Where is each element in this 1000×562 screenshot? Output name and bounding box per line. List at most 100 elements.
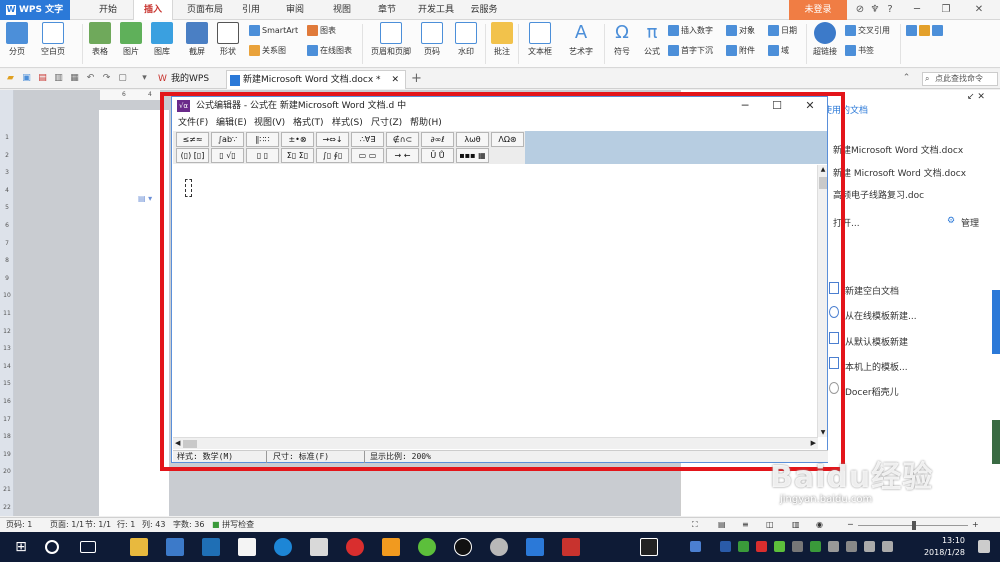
file-explorer-icon[interactable] — [130, 538, 148, 556]
tray-app-icon[interactable] — [690, 541, 701, 552]
fullscreen-icon[interactable]: ⛶ — [692, 518, 698, 532]
tab-my-wps[interactable]: W 我的WPS — [155, 70, 225, 89]
attachment-button[interactable]: 附件 — [726, 44, 755, 58]
windows-start-icon[interactable]: ⊞ — [12, 538, 30, 556]
customize-dropdown-icon[interactable]: ▾ — [138, 72, 151, 85]
battery-icon[interactable] — [846, 541, 857, 552]
field-button[interactable]: 域 — [768, 44, 789, 58]
ribbon-extra-tools[interactable] — [906, 24, 945, 38]
textbox-button[interactable]: 文本框 — [524, 22, 556, 57]
minimize-icon[interactable]: ─ — [910, 3, 924, 17]
notification-icon[interactable] — [978, 540, 990, 553]
manage-link[interactable]: 管理 — [961, 216, 979, 229]
outline-view-icon[interactable]: ≡ — [742, 518, 749, 532]
new-tab-icon[interactable]: + — [410, 72, 423, 85]
bookmark-button[interactable]: 书签 — [845, 44, 874, 58]
skin-icon[interactable]: ⊘ — [853, 3, 867, 17]
paste-options-icon[interactable]: ▤ ▾ — [138, 194, 152, 203]
header-footer-button[interactable]: 页眉和页脚 — [368, 22, 414, 57]
tab-home[interactable]: 开始 — [90, 0, 126, 20]
default-template-link[interactable]: 从默认模板新建 — [845, 335, 908, 348]
picture-button[interactable]: 图片 — [119, 22, 143, 57]
page-number-button[interactable]: 页码 — [419, 22, 445, 57]
online-template-link[interactable]: 从在线模板新建... — [845, 309, 917, 322]
watermark-button[interactable]: 水印 — [453, 22, 479, 57]
page-break-button[interactable]: 分页 — [5, 22, 29, 57]
save-icon[interactable]: ▣ — [20, 72, 33, 85]
symbol-button[interactable]: Ω 符号 — [610, 22, 634, 57]
tab-review[interactable]: 审阅 — [280, 0, 310, 20]
restore-icon[interactable]: ❐ — [939, 3, 953, 17]
tab-page-layout[interactable]: 页面布局 — [180, 0, 230, 20]
qq-icon[interactable] — [454, 538, 472, 556]
system-clock[interactable]: 13:10 2018/1/28 — [905, 535, 965, 559]
shield-icon[interactable] — [720, 541, 731, 552]
close-icon[interactable]: ✕ — [972, 3, 986, 17]
side-tab[interactable] — [992, 290, 1000, 354]
m-app-icon[interactable] — [640, 538, 658, 556]
ie-browser-icon[interactable] — [274, 538, 292, 556]
equation-editor-taskbar-icon[interactable] — [562, 538, 580, 556]
recent-doc-item[interactable]: 新建Microsoft Word 文档.docx — [833, 143, 963, 156]
comment-button[interactable]: 批注 — [490, 22, 514, 57]
wps-taskbar-icon[interactable] — [526, 538, 544, 556]
new-blank-doc-link[interactable]: 新建空白文档 — [845, 284, 899, 297]
feedback-icon[interactable]: ♆ — [868, 3, 882, 17]
export-pdf-icon[interactable]: ▤ — [36, 72, 49, 85]
tab-chapter[interactable]: 章节 — [372, 0, 402, 20]
word-count-status[interactable]: 字数: 36 — [173, 518, 204, 532]
amazon-icon[interactable] — [238, 538, 256, 556]
tray-wechat-icon[interactable] — [774, 541, 785, 552]
orange-app-icon[interactable] — [382, 538, 400, 556]
login-button[interactable]: 未登录 — [789, 0, 847, 20]
chart-button[interactable]: 图表 — [307, 24, 336, 38]
close-tab-icon[interactable]: ✕ — [391, 71, 399, 90]
eye-protect-icon[interactable]: ◉ — [816, 518, 823, 532]
task-view-icon[interactable] — [80, 541, 96, 553]
cross-reference-button[interactable]: 交叉引用 — [845, 24, 890, 38]
wifi-icon[interactable] — [864, 541, 875, 552]
weibo-icon[interactable] — [346, 538, 364, 556]
print-icon[interactable]: ▥ — [52, 72, 65, 85]
tab-view[interactable]: 视图 — [327, 0, 357, 20]
insert-number-button[interactable]: 插入数字 — [668, 24, 713, 38]
relation-diagram-button[interactable]: 关系图 — [249, 44, 286, 58]
hyperlink-button[interactable]: 超链接 — [810, 22, 840, 57]
docer-link[interactable]: Docer稻壳儿 — [845, 385, 899, 398]
equation-button[interactable]: π 公式 — [640, 22, 664, 57]
gear-icon[interactable]: ⚙ — [947, 216, 955, 226]
format-painter-icon[interactable]: ▢ — [116, 72, 129, 85]
mail-icon[interactable] — [310, 538, 328, 556]
document-page[interactable] — [99, 110, 169, 516]
tray-misc-icon[interactable] — [792, 541, 803, 552]
tab-document[interactable]: 新建Microsoft Word 文档.docx * ✕ — [226, 70, 406, 89]
zoom-out-icon[interactable]: ─ — [848, 518, 853, 532]
cortana-icon[interactable] — [45, 540, 59, 554]
page-view-icon[interactable]: ▤ — [718, 518, 726, 532]
redo-icon[interactable]: ↷ — [100, 72, 113, 85]
desktop-icon[interactable] — [202, 538, 220, 556]
preview-icon[interactable]: ▦ — [68, 72, 81, 85]
tray-input-icon[interactable] — [828, 541, 839, 552]
read-view-icon[interactable]: ▥ — [792, 518, 800, 532]
tab-cloud[interactable]: 云服务 — [466, 0, 502, 20]
tab-references[interactable]: 引用 — [236, 0, 266, 20]
screenshot-button[interactable]: 截屏 — [185, 22, 209, 57]
app-menu-button[interactable]: WWPS 文字 ▾ — [0, 0, 70, 35]
tray-red-icon[interactable] — [756, 541, 767, 552]
date-button[interactable]: 日期 — [768, 24, 797, 38]
command-search-input[interactable]: ⌕ 点此查找命令 — [922, 72, 998, 86]
drop-cap-button[interactable]: 首字下沉 — [668, 44, 713, 58]
undo-icon[interactable]: ↶ — [84, 72, 97, 85]
wordart-button[interactable]: A 艺术字 — [565, 22, 597, 57]
pane-collapse-icon[interactable]: ↙ ✕ — [967, 92, 985, 102]
object-button[interactable]: 对象 — [726, 24, 755, 38]
zoom-slider-handle[interactable] — [912, 521, 916, 530]
tray-green-icon[interactable] — [738, 541, 749, 552]
recent-doc-item[interactable]: 新建 Microsoft Word 文档.docx — [833, 166, 966, 179]
online-chart-button[interactable]: 在线图表 — [307, 44, 352, 58]
tab-insert[interactable]: 插入 — [133, 0, 173, 20]
blank-page-button[interactable]: 空白页 — [38, 22, 68, 57]
collapse-ribbon-icon[interactable]: ⌃ — [900, 72, 913, 85]
media-icon[interactable] — [490, 538, 508, 556]
